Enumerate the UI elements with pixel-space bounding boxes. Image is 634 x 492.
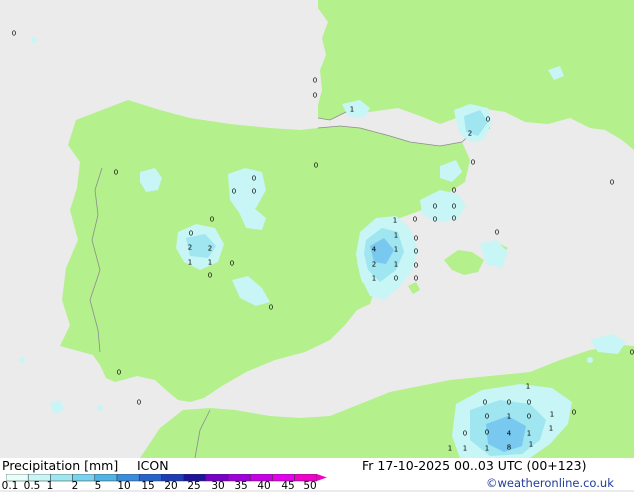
precip-value-fr-w1: 0 — [313, 77, 317, 85]
precip-value-alg-1f: 1 — [463, 445, 467, 453]
precip-value-alg-1c: 1 — [550, 411, 554, 419]
precip-value-mad-1b: 1 — [208, 259, 212, 267]
precip-value-mad-0b: 0 — [230, 260, 234, 268]
precip-value-cat-0a: 0 — [452, 187, 456, 195]
precip-value-alg-0h: 0 — [485, 429, 489, 437]
precip-value-cat-0b: 0 — [452, 203, 456, 211]
precip-value-fr-w2: 0 — [313, 92, 317, 100]
precip-value-ebro: 0 — [314, 162, 318, 170]
precip-value-val-1c: 1 — [394, 246, 398, 254]
legend-footer: Precipitation [mm] ICON Fr 17-10-2025 00… — [0, 458, 634, 491]
precip-value-val-0d: 0 — [414, 262, 418, 270]
precip-value-alg-1: 1 — [526, 383, 530, 391]
precip-value-bal-0: 0 — [495, 229, 499, 237]
precip-value-mad-0: 0 — [189, 230, 193, 238]
precip-value-cat-0d: 0 — [433, 216, 437, 224]
precip-value-pyr-e0: 0 — [486, 116, 490, 124]
precip-value-cat-0c: 0 — [433, 203, 437, 211]
credit-label: ©weatheronline.co.uk — [486, 476, 614, 490]
precip-value-alg-1h: 1 — [529, 441, 533, 449]
precip-value-mad-1a: 1 — [188, 259, 192, 267]
precip-value-cen-2: 0 — [232, 188, 236, 196]
precip-value-alg-0i: 0 — [630, 349, 634, 357]
precip-value-alg-8: 8 — [507, 444, 511, 452]
precip-value-val-1b: 1 — [394, 232, 398, 240]
precip-value-val-0e: 0 — [414, 275, 418, 283]
precip-value-cat-0e: 0 — [452, 215, 456, 223]
precip-value-med-e: 0 — [610, 179, 614, 187]
precip-value-mad-0c: 0 — [208, 272, 212, 280]
precip-value-fr-sw: 1 — [350, 106, 354, 114]
precip-value-val-4: 4 — [372, 246, 377, 254]
precip-value-cen-4: 0 — [210, 216, 214, 224]
precip-value-alg-0c: 0 — [527, 399, 531, 407]
precip-value-val-0a: 0 — [413, 216, 417, 224]
precip-value-alg-1e: 1 — [527, 430, 531, 438]
precip-value-gal: 0 — [114, 169, 118, 177]
precip-value-pyr-e2: 2 — [468, 130, 472, 138]
precip-value-bal-0b: 0 — [394, 275, 398, 283]
precip-value-cen-3: 0 — [252, 188, 256, 196]
precip-value-mad-2b: 2 — [208, 245, 212, 253]
precip-value-alg-0d: 0 — [572, 409, 576, 417]
precip-value-mur-0: 0 — [269, 304, 273, 312]
precip-value-alg-1g: 1 — [485, 445, 489, 453]
precip-value-val-0c: 0 — [414, 248, 418, 256]
valid-time-label: Fr 17-10-2025 00..03 UTC (00+123) — [362, 458, 587, 473]
precip-value-val-1d: 1 — [394, 261, 398, 269]
precip-value-alg-4: 4 — [507, 430, 512, 438]
precip-value-cen-1: 0 — [252, 175, 256, 183]
precip-value-and-0: 0 — [117, 369, 121, 377]
precip-value-cat-coast: 0 — [471, 159, 475, 167]
legend-model: ICON — [137, 458, 169, 473]
precip-value-val-2: 2 — [372, 261, 376, 269]
precip-value-alg-0g: 0 — [463, 430, 467, 438]
precip-value-val-1a: 1 — [393, 217, 397, 225]
precip-value-mad-2a: 2 — [188, 244, 192, 252]
colorbar-arrow — [316, 474, 327, 481]
precip-value-alg-0e: 0 — [485, 413, 489, 421]
precip-value-atl-nw: 0 — [12, 30, 16, 38]
precip-value-val-0b: 0 — [414, 235, 418, 243]
weather-map: 0 0 0 1 0 2 0 0 0 0 0 0 0 0 0 2 2 1 1 0 0 0 0 0 0 0 1 0 0 4 1 0 2 1 0 1 1 0 0 0… — [0, 0, 634, 458]
precip-value-alg-1i: 1 — [448, 445, 452, 453]
colorbar-swatch — [50, 474, 73, 482]
legend-title: Precipitation [mm] — [2, 458, 119, 473]
precip-value-mor-0: 0 — [137, 399, 141, 407]
precip-value-alg-0b: 0 — [507, 399, 511, 407]
precip-value-alg-1d: 1 — [549, 425, 553, 433]
precip-value-alg-0f: 0 — [527, 413, 531, 421]
precip-value-val-1e: 1 — [372, 275, 376, 283]
precip-value-alg-0a: 0 — [483, 399, 487, 407]
precip-value-alg-1b: 1 — [507, 413, 511, 421]
